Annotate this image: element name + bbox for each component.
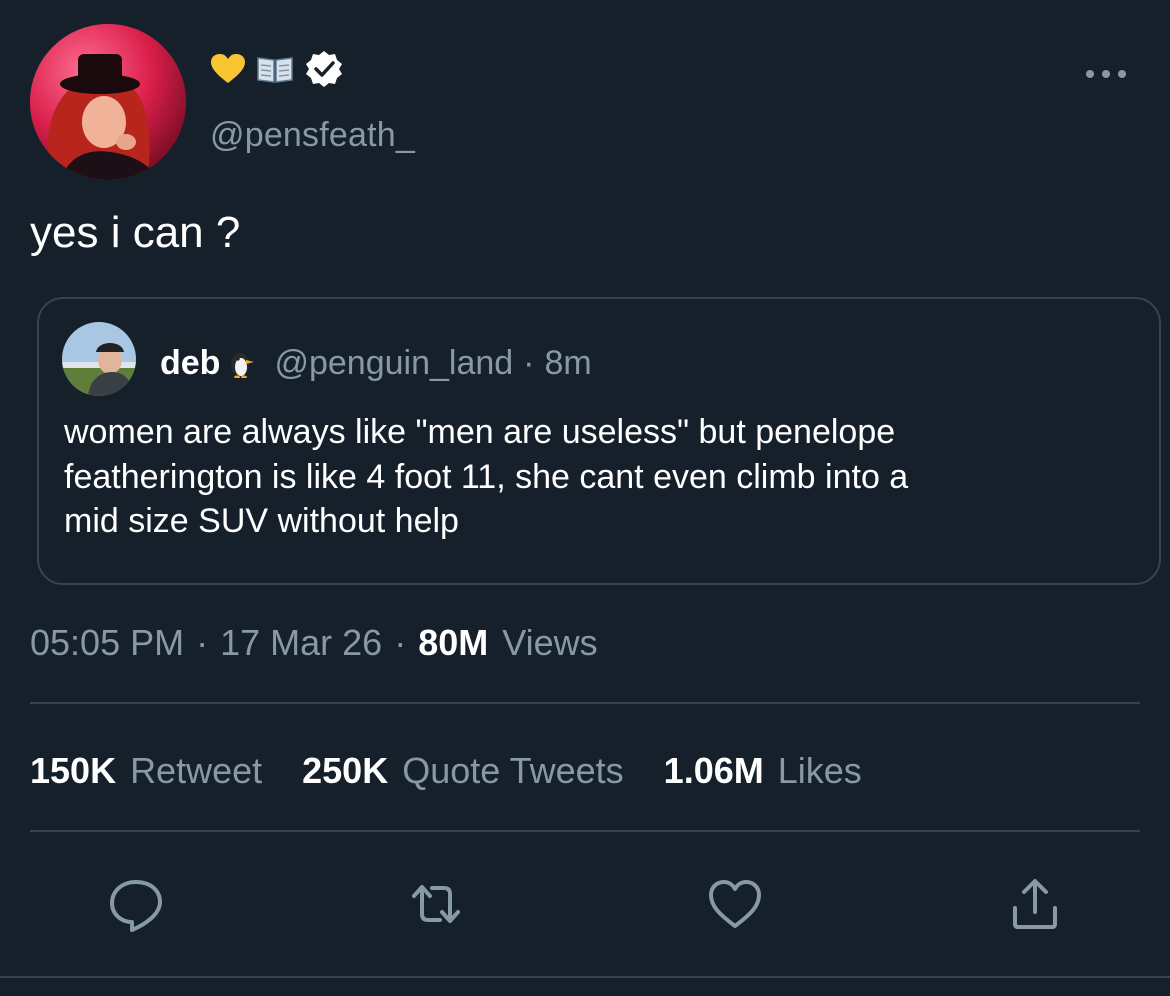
divider bbox=[30, 830, 1140, 832]
like-button[interactable] bbox=[703, 872, 767, 936]
quote-tweet-label[interactable]: Quote Tweets bbox=[402, 750, 623, 792]
retweet-label[interactable]: Retweet bbox=[130, 750, 262, 792]
share-icon bbox=[1013, 879, 1057, 929]
reply-button[interactable] bbox=[104, 872, 168, 936]
retweet-icon bbox=[412, 885, 460, 923]
retweet-button[interactable] bbox=[404, 872, 468, 936]
tweet-date: 17 Mar 26 bbox=[220, 622, 383, 663]
quoted-timestamp[interactable]: 8m bbox=[545, 344, 592, 383]
quoted-text-line: women are always like "men are useless" … bbox=[64, 413, 896, 451]
quoted-tweet-text: women are always like "men are useless" … bbox=[64, 410, 1134, 544]
views-count: 80M bbox=[418, 622, 489, 663]
quoted-author-avatar[interactable] bbox=[62, 322, 136, 396]
open-book-icon bbox=[256, 54, 294, 84]
meta-separator: · bbox=[394, 622, 407, 663]
verified-badge-icon bbox=[304, 49, 344, 89]
bottom-divider bbox=[0, 976, 1170, 978]
retweet-count[interactable]: 150K bbox=[30, 750, 116, 792]
quoted-header: deb @penguin_land · 8m bbox=[160, 340, 592, 386]
like-count[interactable]: 1.06M bbox=[664, 750, 764, 792]
quote-tweet-count[interactable]: 250K bbox=[302, 750, 388, 792]
meta-separator: · bbox=[196, 622, 209, 663]
author-avatar[interactable] bbox=[30, 24, 186, 180]
more-options-icon[interactable] bbox=[1086, 64, 1126, 84]
reply-icon bbox=[110, 880, 162, 932]
tweet-time: 05:05 PM bbox=[30, 622, 185, 663]
penguin-icon bbox=[220, 348, 274, 378]
author-handle[interactable]: @pensfeath_ bbox=[210, 116, 415, 155]
share-button[interactable] bbox=[1003, 872, 1067, 936]
like-icon bbox=[709, 880, 761, 928]
engagement-stats: 150K Retweet 250K Quote Tweets 1.06M Lik… bbox=[30, 748, 902, 794]
divider bbox=[30, 702, 1140, 704]
quoted-author-handle[interactable]: @penguin_land bbox=[274, 344, 513, 383]
quoted-author-name[interactable]: deb bbox=[160, 344, 220, 383]
quoted-separator: · bbox=[523, 343, 535, 382]
quoted-text-line: featherington is like 4 foot 11, she can… bbox=[64, 457, 909, 496]
tweet-text: yes i can ? bbox=[30, 208, 241, 257]
tweet-meta: 05:05 PM · 17 Mar 26 · 80M Views bbox=[30, 618, 598, 668]
author-name[interactable] bbox=[210, 46, 344, 92]
views-label: Views bbox=[502, 622, 598, 663]
like-label[interactable]: Likes bbox=[778, 750, 862, 792]
yellow-heart-icon bbox=[210, 53, 246, 85]
quoted-text-line: mid size SUV without help bbox=[64, 502, 459, 540]
